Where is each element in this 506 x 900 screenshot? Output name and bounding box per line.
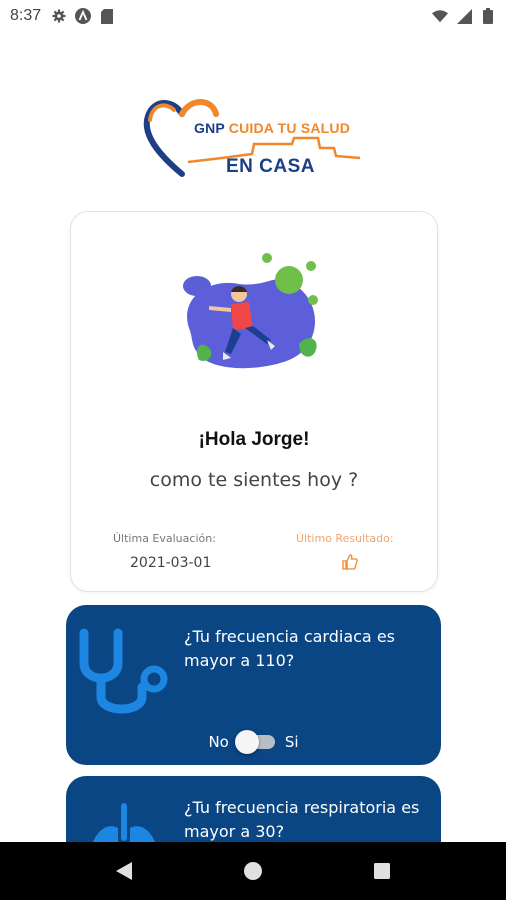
wifi-icon xyxy=(432,8,448,24)
status-time: 8:37 xyxy=(10,7,42,24)
logo-subtitle: EN CASA xyxy=(226,156,316,177)
sd-card-icon xyxy=(99,8,115,24)
last-evaluation-label: Última Evaluación: xyxy=(113,532,216,545)
gear-icon xyxy=(51,8,67,24)
yes-no-toggle-row: No Si xyxy=(66,730,441,754)
person-running-from-virus-illustration xyxy=(183,253,318,369)
greeting-title: ¡Hola Jorge! xyxy=(198,429,310,450)
status-icons-right xyxy=(432,8,496,24)
stethoscope-icon xyxy=(78,627,170,719)
logo-tagline-text: CUIDA TU SALUD xyxy=(228,120,351,136)
last-evaluation-date: 2021-03-01 xyxy=(130,555,212,571)
no-label: No xyxy=(208,733,229,751)
android-nav-bar xyxy=(0,842,506,900)
battery-icon xyxy=(480,8,496,24)
logo-brand: GNP xyxy=(194,120,225,136)
question-text: ¿Tu frecuencia respiratoria es mayor a 3… xyxy=(184,798,420,841)
toggle-knob[interactable] xyxy=(234,730,259,754)
heart-rate-toggle[interactable] xyxy=(234,730,275,754)
question-text: ¿Tu frecuencia cardiaca es mayor a 110? xyxy=(184,627,395,670)
status-icons-left xyxy=(51,8,115,24)
logo-tagline: GNP CUIDA TU SALUD xyxy=(194,120,350,136)
app-screen: 8:37 GNP CUIDA TU SALUD EN CASA ¡Hola Jo… xyxy=(0,0,506,900)
signal-icon xyxy=(456,8,472,24)
question-card-heart-rate: ¿Tu frecuencia cardiaca es mayor a 110? … xyxy=(66,605,441,765)
greeting-card: ¡Hola Jorge! como te sientes hoy ? Últim… xyxy=(70,211,438,592)
status-bar: 8:37 xyxy=(0,0,506,32)
gnp-logo: GNP CUIDA TU SALUD EN CASA xyxy=(142,96,364,182)
back-icon[interactable] xyxy=(109,856,139,886)
greeting-subtitle: como te sientes hoy ? xyxy=(149,469,359,491)
yes-label: Si xyxy=(284,733,299,751)
home-icon[interactable] xyxy=(238,856,268,886)
a-circle-icon xyxy=(75,8,92,24)
last-result-label: Último Resultado: xyxy=(296,532,394,545)
recents-icon[interactable] xyxy=(367,856,397,886)
thumbs-up-icon xyxy=(341,553,359,571)
